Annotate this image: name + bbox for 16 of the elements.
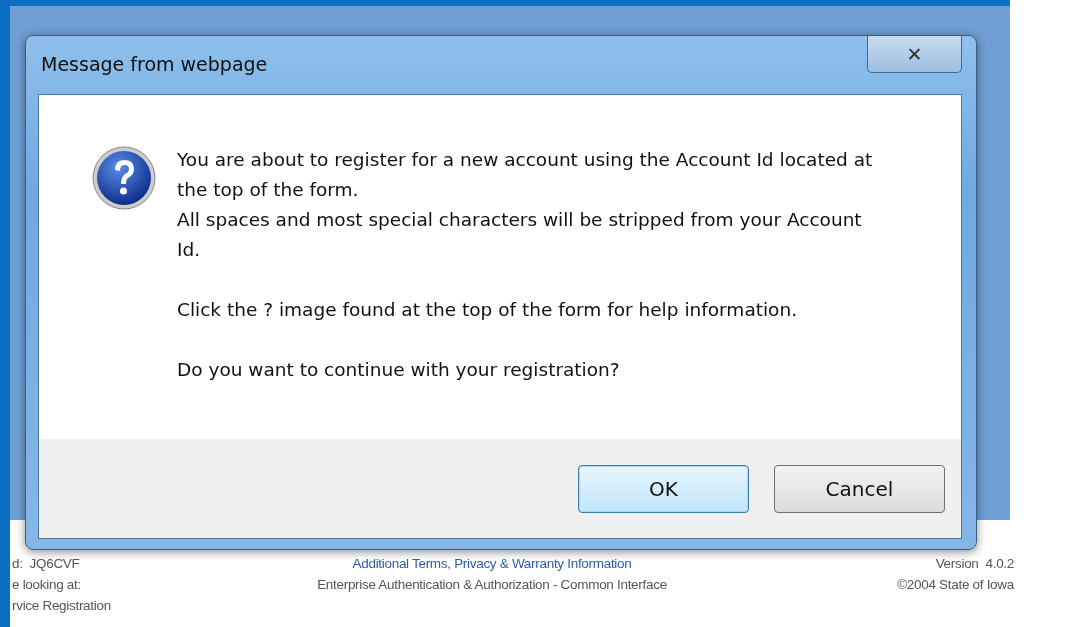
question-icon bbox=[91, 145, 157, 211]
dialog-title: Message from webpage bbox=[41, 53, 268, 75]
close-button[interactable]: ✕ bbox=[867, 36, 962, 73]
message-text: All spaces and most special characters will be stripped from your Account Id. bbox=[177, 208, 863, 262]
message-text: Click the ? image found at the top of the form for help information. bbox=[177, 298, 799, 322]
footer-text: rvice Registration bbox=[12, 597, 112, 615]
footer-text: ©2004 State of Iowa bbox=[897, 577, 1014, 592]
footer-text: Enterprise Authentication & Authorization - Common Interface bbox=[317, 577, 667, 592]
terms-link[interactable]: Additional Terms, Privacy & Warranty Information bbox=[352, 556, 632, 571]
footer-text: Version 4.0.2 bbox=[935, 556, 1014, 571]
footer-text: d: JQ6CVF bbox=[12, 555, 81, 573]
ok-button[interactable]: OK bbox=[578, 465, 749, 513]
message-text: Do you want to continue with your registration? bbox=[177, 358, 621, 382]
cancel-button[interactable]: Cancel bbox=[774, 465, 945, 513]
footer-text: e looking at: bbox=[12, 576, 82, 594]
message-text: You are about to register for a new account using the Account Id located at the top of the form. bbox=[177, 148, 874, 202]
